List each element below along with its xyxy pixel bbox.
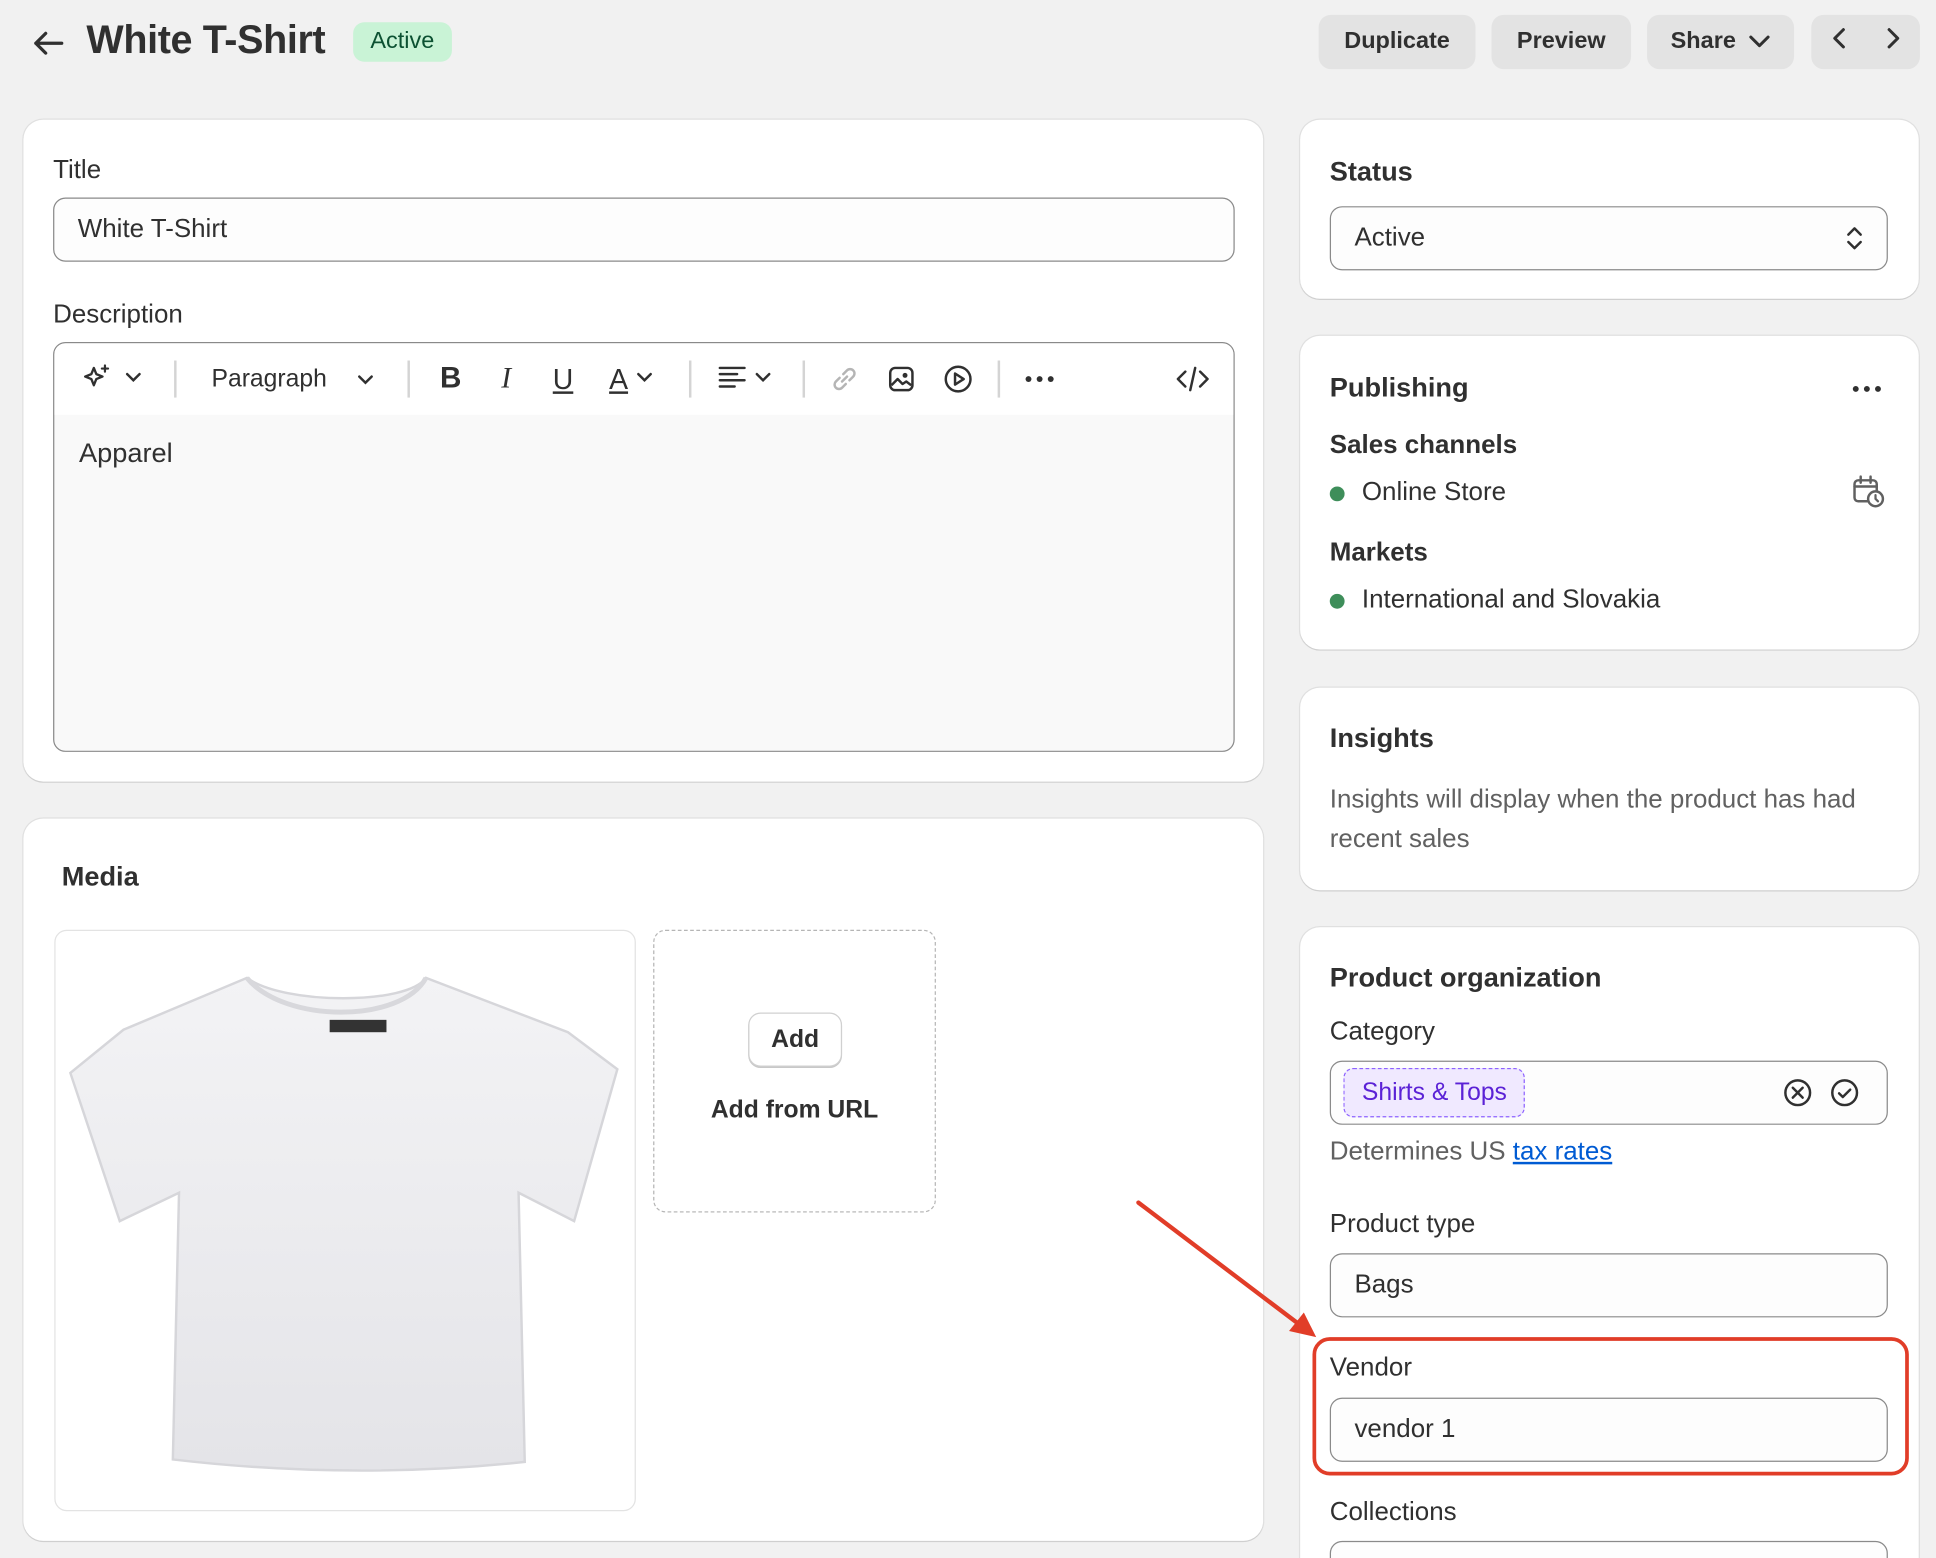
add-media-button[interactable]: Add [748,1012,843,1067]
duplicate-label: Duplicate [1344,28,1450,55]
category-label: Category [1329,1017,1435,1046]
vendor-input[interactable]: vendor 1 [1329,1397,1888,1462]
paragraph-format-select[interactable]: Paragraph [205,358,380,400]
video-icon[interactable] [938,358,978,400]
clear-category-icon[interactable] [1783,1078,1813,1115]
category-chip[interactable]: Shirts & Tops [1343,1068,1526,1118]
publishing-heading: Publishing [1329,371,1469,403]
text-color-button[interactable]: A [600,358,662,400]
back-arrow-icon[interactable] [27,22,69,64]
product-type-label: Product type [1329,1210,1476,1239]
product-type-value: Bags [1354,1270,1414,1299]
description-label: Description [53,300,183,329]
toolbar-divider [802,360,805,398]
align-left-icon [717,364,747,395]
select-arrows-icon [1845,223,1865,260]
media-upload-zone[interactable]: Add Add from URL [653,929,936,1213]
underline-icon[interactable]: U [543,358,583,400]
market-status-dot [1329,593,1345,609]
add-from-url-link[interactable]: Add from URL [654,1096,934,1124]
previous-product-icon[interactable] [1830,26,1847,58]
description-text[interactable]: Apparel [54,415,1233,492]
vendor-label: Vendor [1329,1353,1412,1382]
chevron-down-icon [635,368,652,390]
status-heading: Status [1329,155,1413,187]
chevron-down-icon [356,365,373,393]
editor-toolbar: Paragraph B I U A [54,343,1234,415]
media-card: Media Add Add from URL [23,818,1264,1541]
title-label: Title [53,155,102,184]
publishing-more-icon[interactable] [1851,378,1883,400]
chevron-down-icon [1748,28,1770,55]
image-icon[interactable] [882,358,922,400]
italic-icon[interactable]: I [486,358,526,400]
add-media-label: Add [771,1025,820,1053]
toolbar-divider [688,360,691,398]
more-options-icon[interactable] [1020,358,1060,400]
product-image[interactable] [54,929,636,1512]
product-organization-heading: Product organization [1329,961,1602,993]
toolbar-divider [407,360,410,398]
status-value: Active [1354,223,1426,252]
chevron-down-icon [125,368,142,390]
description-editor: Paragraph B I U A Apparel [53,342,1235,752]
share-label: Share [1670,28,1736,55]
text-color-icon: A [609,362,629,395]
annotation-arrow-icon [1136,1200,1317,1338]
share-button[interactable]: Share [1647,14,1795,70]
t-shirt-image [68,976,619,1472]
preview-button[interactable]: Preview [1491,14,1632,70]
insights-message: Insights will display when the product h… [1329,785,1856,854]
category-help-text: Determines US tax rates [1330,1137,1612,1167]
status-card: Status Active [1300,119,1919,299]
online-store-status-dot [1329,486,1345,502]
page-title: White T-Shirt [86,17,326,62]
online-store-channel: Online Store [1361,477,1507,507]
chevron-down-icon [754,368,771,390]
toolbar-divider [174,360,176,398]
accept-category-icon[interactable] [1830,1078,1860,1115]
status-badge: Active [353,22,452,62]
status-select[interactable]: Active [1329,206,1888,271]
sales-channels-label: Sales channels [1329,430,1518,460]
title-input[interactable]: White T-Shirt [53,197,1235,262]
code-view-icon[interactable] [1170,358,1214,400]
bold-icon[interactable]: B [431,358,471,400]
preview-label: Preview [1516,28,1606,55]
collections-input[interactable] [1329,1540,1888,1558]
market-name: International and Slovakia [1361,585,1661,614]
product-organization-card: Product organization Category Shirts & T… [1300,927,1919,1558]
category-help-prefix: Determines US [1329,1137,1506,1166]
product-type-input[interactable]: Bags [1329,1253,1888,1318]
category-input[interactable]: Shirts & Tops [1329,1060,1888,1125]
sparkle-icon [83,360,115,398]
ai-sparkle-button[interactable] [77,358,149,400]
paragraph-label: Paragraph [211,364,327,393]
category-value: Shirts & Tops [1361,1078,1507,1106]
markets-label: Markets [1329,538,1428,567]
vendor-value: vendor 1 [1354,1414,1456,1444]
product-details-card: Title White T-Shirt Description Paragrap… [23,119,1264,782]
product-pager [1811,14,1920,70]
tax-rates-link[interactable]: tax rates [1513,1137,1612,1165]
publishing-card: Publishing Sales channels Online Store M… [1300,335,1919,650]
insights-heading: Insights [1329,722,1434,754]
title-value: White T-Shirt [77,214,228,244]
toolbar-divider [997,360,1000,398]
link-icon[interactable] [825,358,865,400]
align-button[interactable] [714,358,776,400]
next-product-icon[interactable] [1884,26,1901,58]
insights-card: Insights Insights will display when the … [1300,687,1919,891]
media-heading: Media [61,860,139,892]
collections-label: Collections [1329,1497,1457,1527]
duplicate-button[interactable]: Duplicate [1318,14,1476,70]
schedule-calendar-icon[interactable] [1851,474,1888,517]
